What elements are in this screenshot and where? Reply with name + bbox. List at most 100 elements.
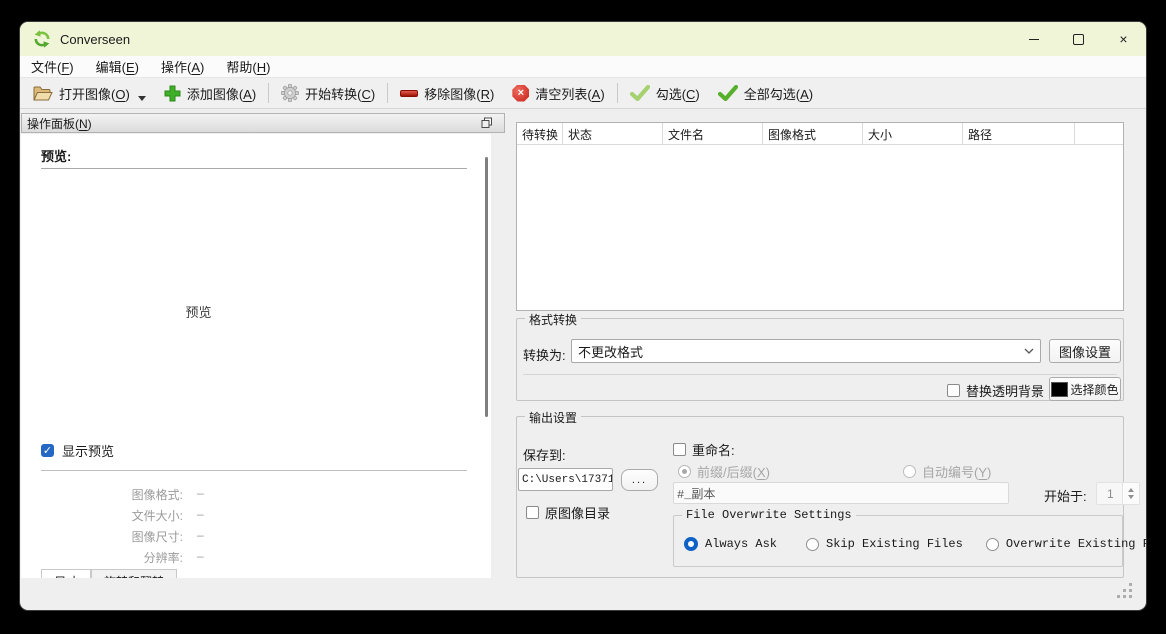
- add-images-button[interactable]: 添加图像(A): [155, 79, 265, 107]
- divider: [523, 374, 1117, 375]
- app-logo-icon: [33, 30, 51, 48]
- format-select-value: 不更改格式: [578, 342, 643, 361]
- browse-label: ...: [632, 474, 647, 486]
- prefix-suffix-radio[interactable]: [678, 465, 691, 478]
- replace-transparent-background-checkbox[interactable]: [947, 384, 960, 397]
- image-settings-button[interactable]: 图像设置: [1049, 339, 1121, 363]
- auto-number-radio[interactable]: [903, 465, 916, 478]
- auto-number-row: 自动编号(Y): [903, 462, 991, 481]
- start-at-value: 1: [1097, 487, 1122, 501]
- table-header-row: 待转换 状态 文件名 图像格式 大小 路径: [517, 123, 1123, 145]
- remove-images-label: 移除图像(R): [424, 84, 494, 103]
- minimize-button[interactable]: [1011, 22, 1056, 56]
- column-header-filename[interactable]: 文件名: [663, 123, 763, 144]
- column-header-image-format[interactable]: 图像格式: [763, 123, 863, 144]
- resolution-label: 分辨率:: [21, 549, 183, 566]
- start-conversion-button[interactable]: 开始转换(C): [272, 79, 384, 107]
- column-header-path[interactable]: 路径: [963, 123, 1075, 144]
- open-images-dropdown-icon[interactable]: [138, 96, 146, 101]
- open-folder-icon: [33, 85, 53, 102]
- resolution-value: –: [197, 549, 204, 566]
- choose-color-button[interactable]: 选择颜色: [1049, 377, 1121, 401]
- preview-label: 预览:: [41, 146, 71, 165]
- check-all-button[interactable]: 全部勾选(A): [709, 79, 822, 107]
- menu-help[interactable]: 帮助(H): [215, 57, 281, 76]
- resize-grip[interactable]: [1118, 584, 1132, 598]
- check-icon: [630, 85, 650, 101]
- clear-list-icon: ×: [512, 85, 529, 102]
- output-settings-title: 输出设置: [525, 409, 581, 426]
- file-overwrite-settings-group: File Overwrite Settings Always Ask Skip …: [673, 515, 1123, 567]
- column-header-size[interactable]: 大小: [863, 123, 963, 144]
- always-ask-radio[interactable]: [684, 537, 698, 551]
- overwrite-existing-radio[interactable]: [986, 538, 999, 551]
- convert-to-label: 转换为:: [523, 345, 566, 364]
- spinner-arrows[interactable]: [1122, 483, 1139, 504]
- tab-dimensions[interactable]: 尺寸: [41, 569, 91, 578]
- plus-icon: [164, 85, 181, 102]
- original-directory-label: 原图像目录: [545, 503, 610, 522]
- menu-edit[interactable]: 编辑(E): [85, 57, 150, 76]
- browse-button[interactable]: ...: [621, 469, 658, 491]
- start-at-label: 开始于:: [1044, 486, 1087, 505]
- rename-label: 重命名:: [692, 440, 735, 459]
- maximize-button[interactable]: [1056, 22, 1101, 56]
- check-all-icon: [718, 85, 738, 101]
- overwrite-options-row: Always Ask Skip Existing Files Overwrite…: [684, 537, 1146, 551]
- main-toolbar: 打开图像(O) 添加图像(A) 开始转换(C): [20, 78, 1146, 109]
- actions-panel-titlebar[interactable]: 操作面板(N): [21, 113, 505, 133]
- format-select[interactable]: 不更改格式: [571, 339, 1041, 363]
- skip-existing-radio[interactable]: [806, 538, 819, 551]
- spin-down-icon[interactable]: [1128, 495, 1134, 499]
- menu-actions[interactable]: 操作(A): [150, 57, 215, 76]
- toolbar-separator: [387, 83, 388, 103]
- save-path-input[interactable]: C:\Users\17371: [518, 468, 613, 491]
- format-conversion-title: 格式转换: [525, 311, 581, 328]
- toolbar-separator: [617, 83, 618, 103]
- show-preview-checkbox[interactable]: ✓: [41, 444, 54, 457]
- float-panel-icon[interactable]: [481, 117, 493, 129]
- chevron-down-icon: [1024, 348, 1034, 354]
- converseen-window: Converseen × 文件(F) 编辑(E) 操作(A) 帮助(H) 打开图…: [20, 22, 1146, 610]
- color-swatch: [1051, 382, 1068, 397]
- divider: [41, 168, 467, 169]
- format-conversion-group: 格式转换 转换为: 不更改格式 图像设置 替换透明背景 选择颜色: [516, 318, 1124, 401]
- column-header-status[interactable]: 状态: [563, 123, 663, 144]
- rename-checkbox[interactable]: [673, 443, 686, 456]
- spin-up-icon[interactable]: [1128, 488, 1134, 492]
- check-button[interactable]: 勾选(C): [621, 79, 709, 107]
- column-header-to-convert[interactable]: 待转换: [517, 123, 563, 144]
- divider: [41, 470, 467, 471]
- clear-list-button[interactable]: × 清空列表(A): [503, 79, 613, 107]
- open-images-label: 打开图像(O): [59, 84, 130, 103]
- title-bar[interactable]: Converseen ×: [20, 22, 1146, 56]
- remove-images-button[interactable]: 移除图像(R): [391, 79, 503, 107]
- rename-pattern-input[interactable]: #_副本: [673, 482, 1009, 504]
- file-overwrite-settings-title: File Overwrite Settings: [682, 508, 856, 522]
- check-all-label: 全部勾选(A): [744, 84, 813, 103]
- toolbar-separator: [268, 83, 269, 103]
- file-list-table[interactable]: 待转换 状态 文件名 图像格式 大小 路径: [516, 122, 1124, 311]
- start-conversion-label: 开始转换(C): [305, 84, 375, 103]
- tab-rotate-flip[interactable]: 旋转和翻转: [91, 569, 177, 578]
- panel-tabstrip: 尺寸 旋转和翻转: [41, 569, 177, 578]
- menu-file[interactable]: 文件(F): [20, 57, 85, 76]
- image-dimensions-label: 图像尺寸:: [21, 528, 183, 545]
- original-directory-checkbox[interactable]: [526, 506, 539, 519]
- panel-scrollbar[interactable]: [485, 157, 488, 417]
- replace-background-row: 替换透明背景: [947, 381, 1044, 400]
- window-title: Converseen: [60, 32, 130, 47]
- minimize-icon: [1029, 39, 1039, 40]
- minus-icon: [400, 90, 418, 97]
- show-preview-row: ✓ 显示预览: [41, 441, 114, 460]
- image-format-value: –: [197, 486, 204, 503]
- rename-row: 重命名:: [673, 440, 735, 459]
- close-button[interactable]: ×: [1101, 22, 1146, 56]
- close-icon: ×: [1119, 32, 1127, 46]
- start-at-spinner[interactable]: 1: [1096, 482, 1140, 505]
- overwrite-existing-label: Overwrite Existing Files: [1006, 537, 1146, 551]
- open-images-button[interactable]: 打开图像(O): [24, 79, 155, 107]
- file-size-label: 文件大小:: [21, 507, 183, 524]
- image-settings-label: 图像设置: [1059, 342, 1111, 361]
- file-size-value: –: [197, 507, 204, 524]
